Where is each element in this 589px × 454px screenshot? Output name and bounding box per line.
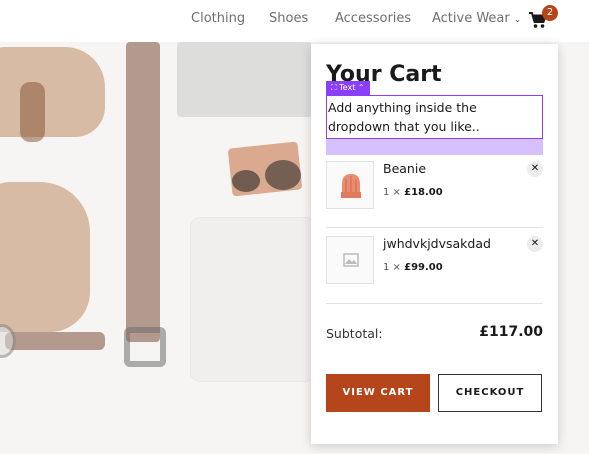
text-widget-tag[interactable]: ⛶ Text ⌃ bbox=[326, 81, 370, 95]
checkout-button[interactable]: CHECKOUT bbox=[438, 374, 542, 412]
subtotal-label: Subtotal: bbox=[326, 326, 383, 341]
item-name[interactable]: Beanie bbox=[383, 161, 426, 176]
cart-item: Beanie 1 × £18.00 ✕ bbox=[326, 161, 543, 227]
nav-item-clothing[interactable]: Clothing bbox=[191, 11, 245, 26]
item-price: £99.00 bbox=[404, 262, 443, 273]
chevron-up-icon[interactable]: ⌃ bbox=[358, 83, 365, 92]
divider bbox=[326, 303, 543, 304]
editor-highlight-band bbox=[326, 139, 543, 155]
beanie-icon bbox=[341, 174, 361, 198]
nav-item-active-wear[interactable]: Active Wear ⌄ bbox=[432, 11, 521, 26]
custom-text-block[interactable]: Add anything inside the dropdown that yo… bbox=[326, 95, 543, 139]
item-quantity-price: 1 × £99.00 bbox=[383, 262, 443, 273]
chevron-down-icon: ⌄ bbox=[513, 15, 522, 25]
glove-shape bbox=[0, 47, 105, 137]
sunglasses-lens-shape bbox=[265, 160, 301, 190]
item-thumbnail[interactable] bbox=[326, 236, 374, 284]
cart-dropdown: Your Cart ⛶ Text ⌃ Add anything inside t… bbox=[311, 44, 558, 444]
view-cart-button[interactable]: VIEW CART bbox=[326, 374, 430, 412]
item-quantity: 1 × bbox=[383, 262, 401, 273]
remove-item-button[interactable]: ✕ bbox=[527, 236, 543, 252]
sunglasses-lens-shape bbox=[232, 170, 260, 192]
shirt-shape bbox=[190, 217, 315, 382]
nav-item-shoes[interactable]: Shoes bbox=[269, 11, 308, 26]
cart-item: jwhdvkjdvsakdad 1 × £99.00 ✕ bbox=[326, 236, 543, 302]
nav-item-active-wear-label: Active Wear bbox=[432, 11, 510, 26]
divider bbox=[326, 227, 543, 228]
expand-icon[interactable]: ⛶ bbox=[331, 83, 337, 92]
item-thumbnail[interactable] bbox=[326, 161, 374, 209]
remove-item-button[interactable]: ✕ bbox=[527, 161, 543, 177]
image-placeholder-icon bbox=[343, 253, 359, 267]
item-quantity-price: 1 × £18.00 bbox=[383, 187, 443, 198]
glove-shape bbox=[0, 182, 90, 332]
sweater-shape bbox=[177, 42, 312, 117]
item-name[interactable]: jwhdvkjdvsakdad bbox=[383, 236, 491, 251]
belt-buckle-shape bbox=[124, 327, 166, 367]
top-navigation: Clothing Shoes Accessories Active Wear ⌄ … bbox=[0, 0, 589, 40]
cart-count-badge: 2 bbox=[542, 5, 558, 21]
subtotal-value: £117.00 bbox=[479, 324, 543, 340]
item-price: £18.00 bbox=[404, 187, 443, 198]
nav-item-accessories[interactable]: Accessories bbox=[335, 11, 411, 26]
item-quantity: 1 × bbox=[383, 187, 401, 198]
glove-strap-shape bbox=[20, 82, 45, 142]
text-widget-tag-label: Text bbox=[339, 83, 356, 92]
watch-strap-shape bbox=[5, 332, 105, 350]
belt-shape bbox=[126, 42, 160, 342]
